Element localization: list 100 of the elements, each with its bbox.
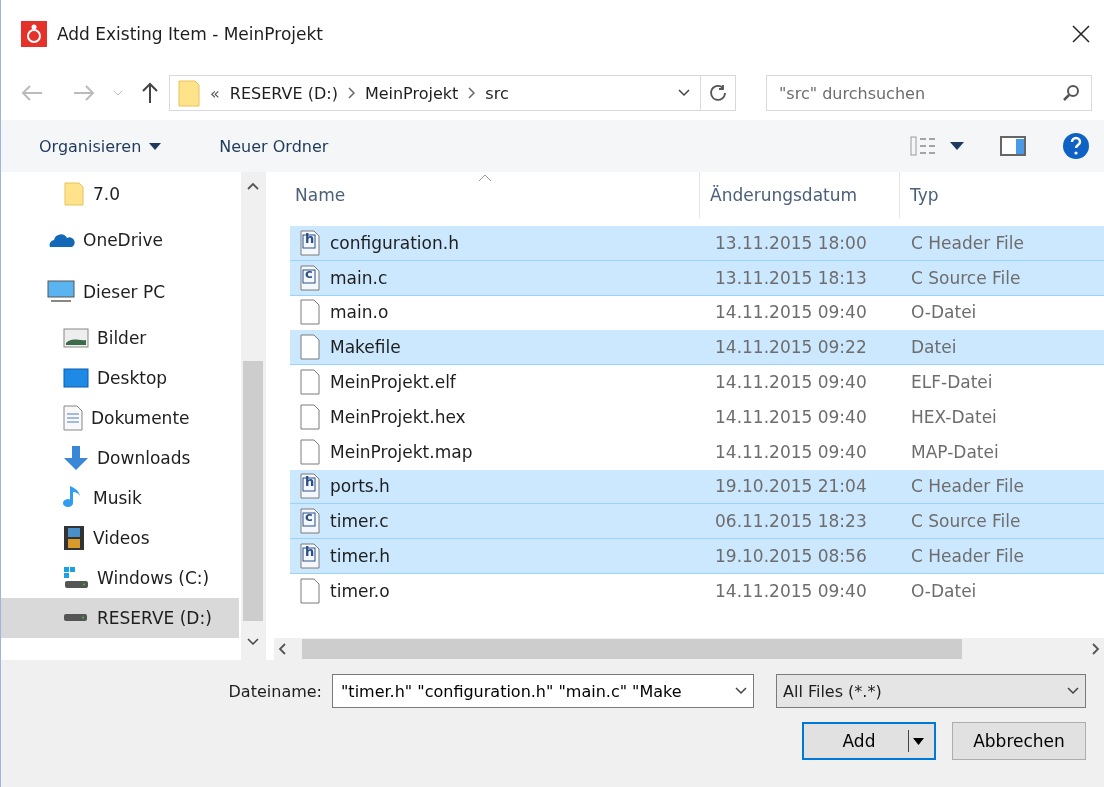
sidebar-item[interactable]: Bilder	[1, 318, 239, 358]
breadcrumb[interactable]: src	[485, 83, 509, 103]
scrollbar-thumb[interactable]	[302, 639, 962, 659]
chevron-up-icon[interactable]	[247, 182, 259, 190]
type-cell-text: C Source File	[910, 267, 1022, 288]
file-name: MeinProjekt.elf	[330, 372, 456, 393]
chevron-right-icon[interactable]	[1092, 643, 1100, 655]
overflow-chevrons[interactable]: «	[210, 83, 220, 103]
file-icon	[300, 264, 320, 291]
file-icon	[300, 577, 320, 604]
type-cell-text: HEX-Datei	[910, 406, 998, 427]
file-name: main.o	[330, 302, 389, 323]
film-icon	[63, 525, 85, 551]
file-icon	[300, 543, 320, 570]
chevron-left-icon[interactable]	[278, 643, 286, 655]
type-cell-text: Datei	[910, 337, 958, 358]
sidebar-item[interactable]: Musik	[1, 478, 239, 518]
file-row[interactable]: h timer.h 19.10.2015 08:56 C Header File	[290, 539, 1104, 574]
sidebar-item[interactable]: 7.0	[1, 174, 239, 214]
date-cell-text: 19.10.2015 21:04	[714, 476, 868, 497]
file-row[interactable]: h ports.h 19.10.2015 21:04 C Header File	[290, 469, 1104, 505]
desktop-icon	[63, 368, 89, 388]
document-icon	[63, 405, 83, 431]
column-header[interactable]: Name	[274, 172, 699, 218]
type-cell-text: C Header File	[910, 232, 1026, 253]
date-cell-text: 14.11.2015 09:22	[714, 337, 868, 358]
file-name: timer.h	[330, 546, 390, 567]
file-type-letter: c	[305, 266, 313, 280]
vertical-scrollbar[interactable]	[241, 172, 265, 660]
file-row[interactable]: h configuration.h 13.11.2015 18:00 C Header File	[290, 226, 1104, 261]
window-title: Add Existing Item - MeinProjekt	[57, 24, 324, 44]
chevron-right-icon[interactable]	[347, 87, 355, 99]
file-name: MeinProjekt.hex	[330, 406, 466, 427]
picture-icon	[63, 328, 89, 348]
column-header[interactable]: Änderungsdatum	[699, 172, 899, 218]
sidebar-item[interactable]: Videos	[1, 518, 239, 558]
file-type-dropdown[interactable]: All Files (*.*)	[776, 674, 1086, 708]
add-button[interactable]: Add	[802, 722, 936, 760]
file-icon	[300, 473, 320, 500]
filename-label: Dateiname:	[228, 681, 322, 701]
sidebar-item[interactable]: Windows (C:)	[1, 558, 239, 598]
download-arrow-icon	[63, 445, 89, 471]
file-name: ports.h	[330, 476, 390, 497]
search-field[interactable]: "src" durchsuchen	[766, 75, 1092, 111]
file-row[interactable]: c main.c 13.11.2015 18:13 C Source File	[290, 260, 1104, 296]
folder-icon	[63, 181, 85, 207]
close-icon[interactable]	[1072, 25, 1090, 43]
file-row[interactable]: c timer.c 06.11.2015 18:23 C Source File	[290, 504, 1104, 540]
file-icon	[300, 438, 320, 465]
chevron-right-icon[interactable]	[468, 87, 476, 99]
sidebar-item[interactable]: Downloads	[1, 438, 239, 478]
folder-icon	[178, 79, 200, 107]
chevron-down-icon	[1067, 687, 1079, 695]
file-type-letter: c	[305, 510, 313, 524]
file-name: main.c	[330, 267, 388, 288]
date-cell-text: 06.11.2015 18:23	[714, 511, 868, 532]
sidebar-item[interactable]: Dieser PC	[1, 266, 239, 318]
caret-icon[interactable]	[950, 142, 964, 150]
search-icon[interactable]	[1062, 84, 1080, 102]
address-bar[interactable]: « RESERVE (D:) MeinProjekt src	[169, 75, 736, 111]
preview-pane-icon[interactable]	[1000, 136, 1026, 156]
file-icon	[300, 403, 320, 430]
horizontal-scrollbar[interactable]	[274, 638, 1104, 660]
sidebar-item[interactable]: Dokumente	[1, 398, 239, 438]
sidebar-item[interactable]: OneDrive	[1, 214, 239, 266]
file-icon	[300, 299, 320, 326]
new-folder-button[interactable]: Neuer Ordner	[211, 132, 337, 160]
file-name: MeinProjekt.map	[330, 441, 473, 462]
cancel-button[interactable]: Abbrechen	[952, 722, 1086, 760]
drive-icon	[63, 613, 89, 623]
organize-menu-button[interactable]: Organisieren	[31, 132, 170, 160]
type-cell-text: C Source File	[910, 511, 1022, 532]
file-name: Makefile	[330, 337, 401, 358]
computer-icon	[47, 280, 75, 304]
breadcrumb[interactable]: RESERVE (D:)	[229, 83, 338, 103]
chevron-down-icon	[247, 638, 259, 646]
file-icon	[300, 229, 320, 256]
date-cell-text: 13.11.2015 18:13	[714, 267, 868, 288]
help-icon[interactable]	[1062, 132, 1090, 160]
scrollbar-thumb[interactable]	[243, 361, 263, 621]
file-row[interactable]: Makefile 14.11.2015 09:22 Datei	[290, 330, 1104, 366]
type-cell-text: C Header File	[910, 546, 1026, 567]
breadcrumb[interactable]: MeinProjekt	[364, 83, 459, 103]
sidebar-item[interactable]: Desktop	[1, 358, 239, 398]
date-cell-text: 14.11.2015 09:40	[714, 441, 868, 462]
date-cell-text: 14.11.2015 09:40	[714, 302, 868, 323]
up-arrow-icon[interactable]	[141, 82, 159, 104]
column-header[interactable]: Typ	[899, 172, 1104, 218]
file-icon	[300, 334, 320, 361]
caret-icon	[149, 142, 162, 150]
file-name: timer.o	[330, 580, 390, 601]
filename-field[interactable]: "timer.h" "configuration.h" "main.c" "Make	[332, 674, 754, 708]
sidebar-item[interactable]: RESERVE (D:)	[1, 598, 239, 638]
date-cell-text: 19.10.2015 08:56	[714, 546, 868, 567]
file-type-letter: h	[305, 231, 315, 245]
type-cell-text: O-Datei	[910, 580, 978, 601]
app-logo-icon	[21, 21, 47, 47]
refresh-icon[interactable]	[709, 84, 727, 102]
caret-icon	[913, 737, 924, 745]
type-cell-text: ELF-Datei	[910, 372, 994, 393]
